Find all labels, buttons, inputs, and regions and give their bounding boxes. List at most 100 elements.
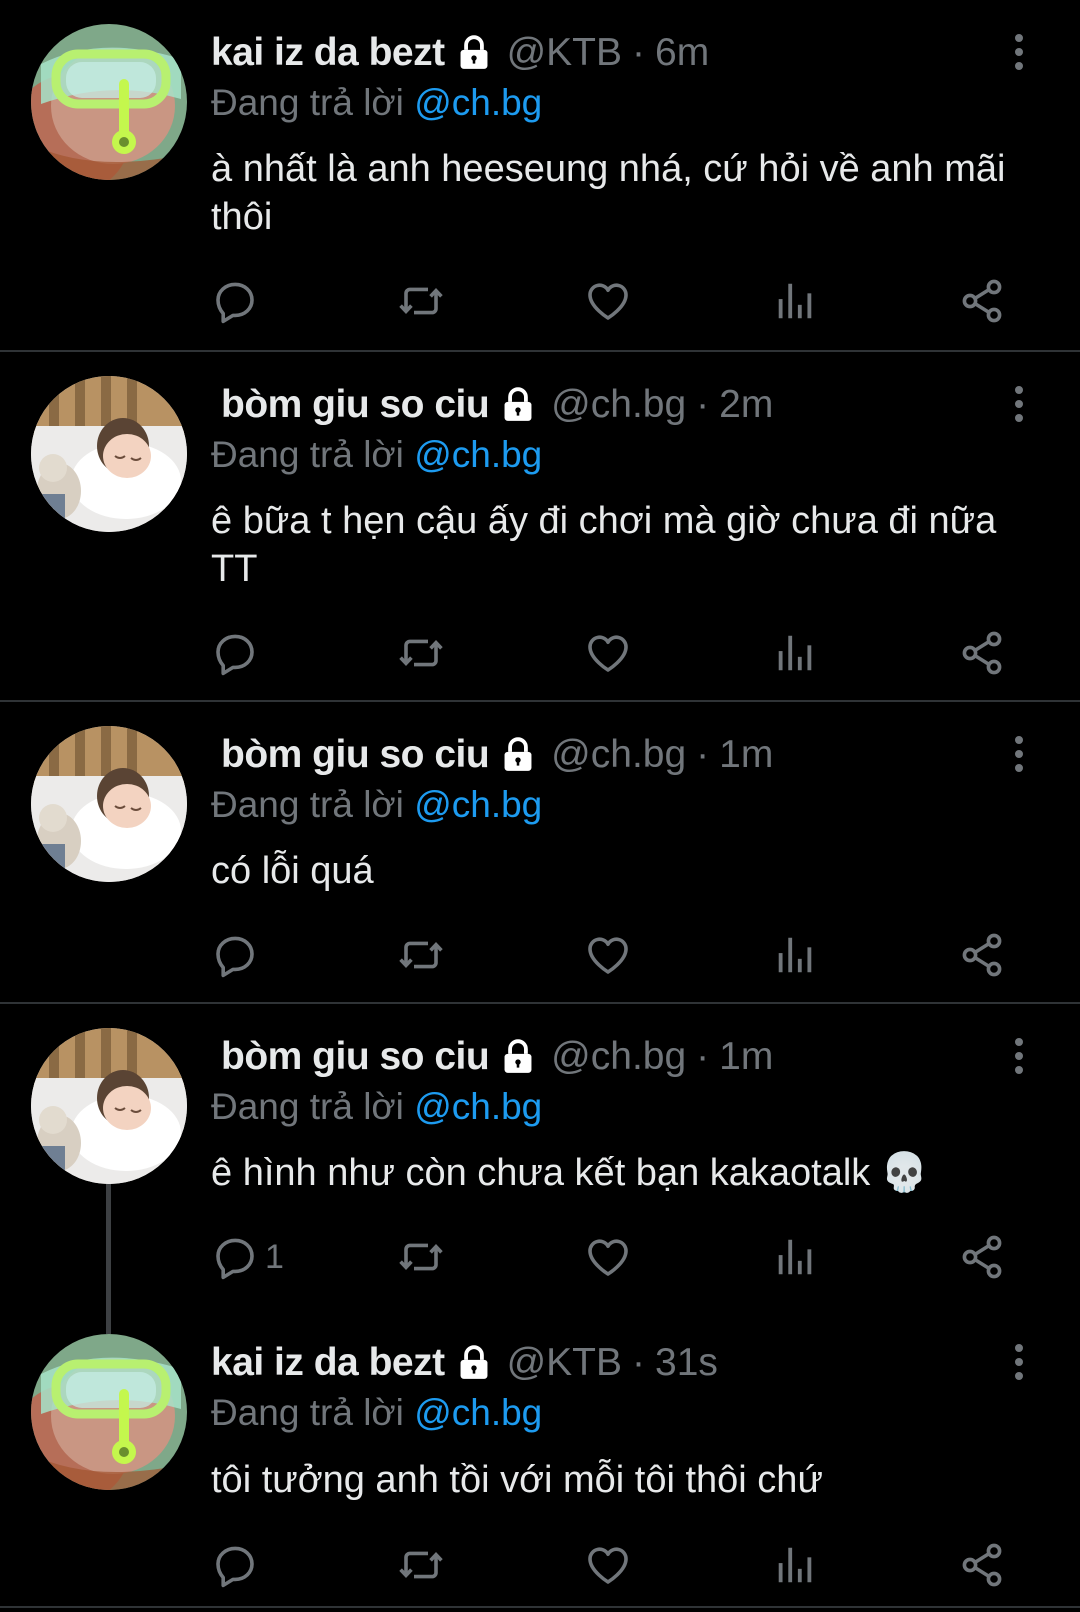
timestamp[interactable]: 1m — [719, 733, 773, 777]
like-button[interactable] — [584, 1540, 632, 1590]
more-vertical-icon[interactable] — [1004, 384, 1034, 424]
retweet-button[interactable] — [396, 1540, 446, 1590]
tweet[interactable]: bòm giu so ciu @ch.bg · 1m Đang trả lời … — [0, 702, 1080, 1002]
share-icon — [958, 931, 1006, 979]
tweet[interactable]: kai iz da bezt @KTB · 31s Đang trả lời @… — [0, 1304, 1080, 1604]
mention-link[interactable]: @ch.bg — [414, 1392, 542, 1433]
display-name[interactable]: bòm giu so ciu — [221, 1035, 490, 1079]
mention-link[interactable]: @ch.bg — [414, 1086, 542, 1127]
tweet-text: à nhất là anh heeseung nhá, cứ hỏi về an… — [211, 148, 1006, 238]
handle[interactable]: @KTB — [507, 1341, 622, 1385]
mention-link[interactable]: @ch.bg — [414, 784, 542, 825]
like-button[interactable] — [584, 628, 632, 678]
avatar[interactable] — [31, 1334, 187, 1490]
share-button[interactable] — [958, 930, 1006, 980]
reply-icon — [211, 931, 259, 979]
tweet-header: bòm giu so ciu @ch.bg · 1m — [221, 730, 773, 780]
replying-to-label: Đang trả lời — [211, 784, 404, 825]
mention-link[interactable]: @ch.bg — [414, 434, 542, 475]
separator-dot: · — [696, 383, 710, 426]
heart-icon — [584, 277, 632, 325]
avatar[interactable] — [31, 376, 187, 532]
sleeping-child-avatar-image — [31, 726, 187, 882]
heart-icon — [584, 1541, 632, 1589]
timestamp[interactable]: 2m — [719, 383, 773, 427]
separator-dot: · — [632, 31, 646, 74]
timestamp[interactable]: 1m — [719, 1035, 773, 1079]
avatar[interactable] — [31, 726, 187, 882]
like-button[interactable] — [584, 1232, 632, 1282]
reply-icon — [211, 629, 259, 677]
retweet-button[interactable] — [396, 276, 446, 326]
like-button[interactable] — [584, 276, 632, 326]
lock-icon — [499, 1037, 537, 1077]
snorkel-avatar-image — [31, 1334, 187, 1490]
share-icon — [958, 1541, 1006, 1589]
retweet-button[interactable] — [396, 930, 446, 980]
replying-to: Đang trả lời @ch.bg — [211, 1086, 542, 1128]
avatar[interactable] — [31, 24, 187, 180]
views-button[interactable] — [772, 276, 818, 326]
analytics-icon — [772, 278, 818, 324]
avatar[interactable] — [31, 1028, 187, 1184]
views-button[interactable] — [772, 628, 818, 678]
tweet-header: bòm giu so ciu @ch.bg · 2m — [221, 380, 773, 430]
display-name[interactable]: kai iz da bezt — [211, 31, 445, 75]
tweet-actions — [0, 930, 1080, 980]
handle[interactable]: @KTB — [507, 31, 622, 75]
replying-to-label: Đang trả lời — [211, 434, 404, 475]
share-icon — [958, 629, 1006, 677]
tweet-actions: 1 — [0, 1232, 1080, 1282]
replying-to: Đang trả lời @ch.bg — [211, 434, 542, 476]
more-vertical-icon[interactable] — [1004, 1342, 1034, 1382]
views-button[interactable] — [772, 1232, 818, 1282]
analytics-icon — [772, 630, 818, 676]
reply-icon — [211, 277, 259, 325]
tweet-actions — [0, 628, 1080, 678]
reply-count: 1 — [265, 1237, 284, 1276]
mention-link[interactable]: @ch.bg — [414, 82, 542, 123]
like-button[interactable] — [584, 930, 632, 980]
more-vertical-icon[interactable] — [1004, 32, 1034, 72]
separator-dot: · — [632, 1341, 646, 1384]
display-name[interactable]: bòm giu so ciu — [221, 733, 490, 777]
reply-button[interactable] — [211, 628, 265, 678]
timestamp[interactable]: 6m — [655, 31, 709, 75]
tweet[interactable]: bòm giu so ciu @ch.bg · 2m Đang trả lời … — [0, 352, 1080, 700]
reply-button[interactable] — [211, 276, 265, 326]
analytics-icon — [772, 1234, 818, 1280]
retweet-button[interactable] — [396, 1232, 446, 1282]
timestamp[interactable]: 31s — [655, 1341, 718, 1385]
lock-icon — [499, 735, 537, 775]
share-button[interactable] — [958, 276, 1006, 326]
tweet-header: kai iz da bezt @KTB · 31s — [211, 1338, 718, 1388]
retweet-icon — [396, 277, 446, 325]
views-button[interactable] — [772, 1540, 818, 1590]
analytics-icon — [772, 1542, 818, 1588]
display-name[interactable]: kai iz da bezt — [211, 1341, 445, 1385]
lock-icon — [455, 1343, 493, 1383]
heart-icon — [584, 629, 632, 677]
retweet-icon — [396, 931, 446, 979]
more-vertical-icon[interactable] — [1004, 734, 1034, 774]
more-vertical-icon[interactable] — [1004, 1036, 1034, 1076]
tweet-actions — [0, 276, 1080, 326]
share-button[interactable] — [958, 628, 1006, 678]
reply-button[interactable] — [211, 1540, 265, 1590]
separator-dot: · — [696, 733, 710, 776]
share-button[interactable] — [958, 1232, 1006, 1282]
reply-button[interactable]: 1 — [211, 1232, 284, 1282]
handle[interactable]: @ch.bg — [551, 733, 686, 777]
share-icon — [958, 277, 1006, 325]
retweet-button[interactable] — [396, 628, 446, 678]
display-name[interactable]: bòm giu so ciu — [221, 383, 490, 427]
snorkel-avatar-image — [31, 24, 187, 180]
tweet[interactable]: kai iz da bezt @KTB · 6m Đang trả lời @c… — [0, 0, 1080, 350]
handle[interactable]: @ch.bg — [551, 1035, 686, 1079]
reply-button[interactable] — [211, 930, 265, 980]
handle[interactable]: @ch.bg — [551, 383, 686, 427]
share-button[interactable] — [958, 1540, 1006, 1590]
replying-to: Đang trả lời @ch.bg — [211, 784, 542, 826]
views-button[interactable] — [772, 930, 818, 980]
tweet[interactable]: bòm giu so ciu @ch.bg · 1m Đang trả lời … — [0, 1004, 1080, 1334]
